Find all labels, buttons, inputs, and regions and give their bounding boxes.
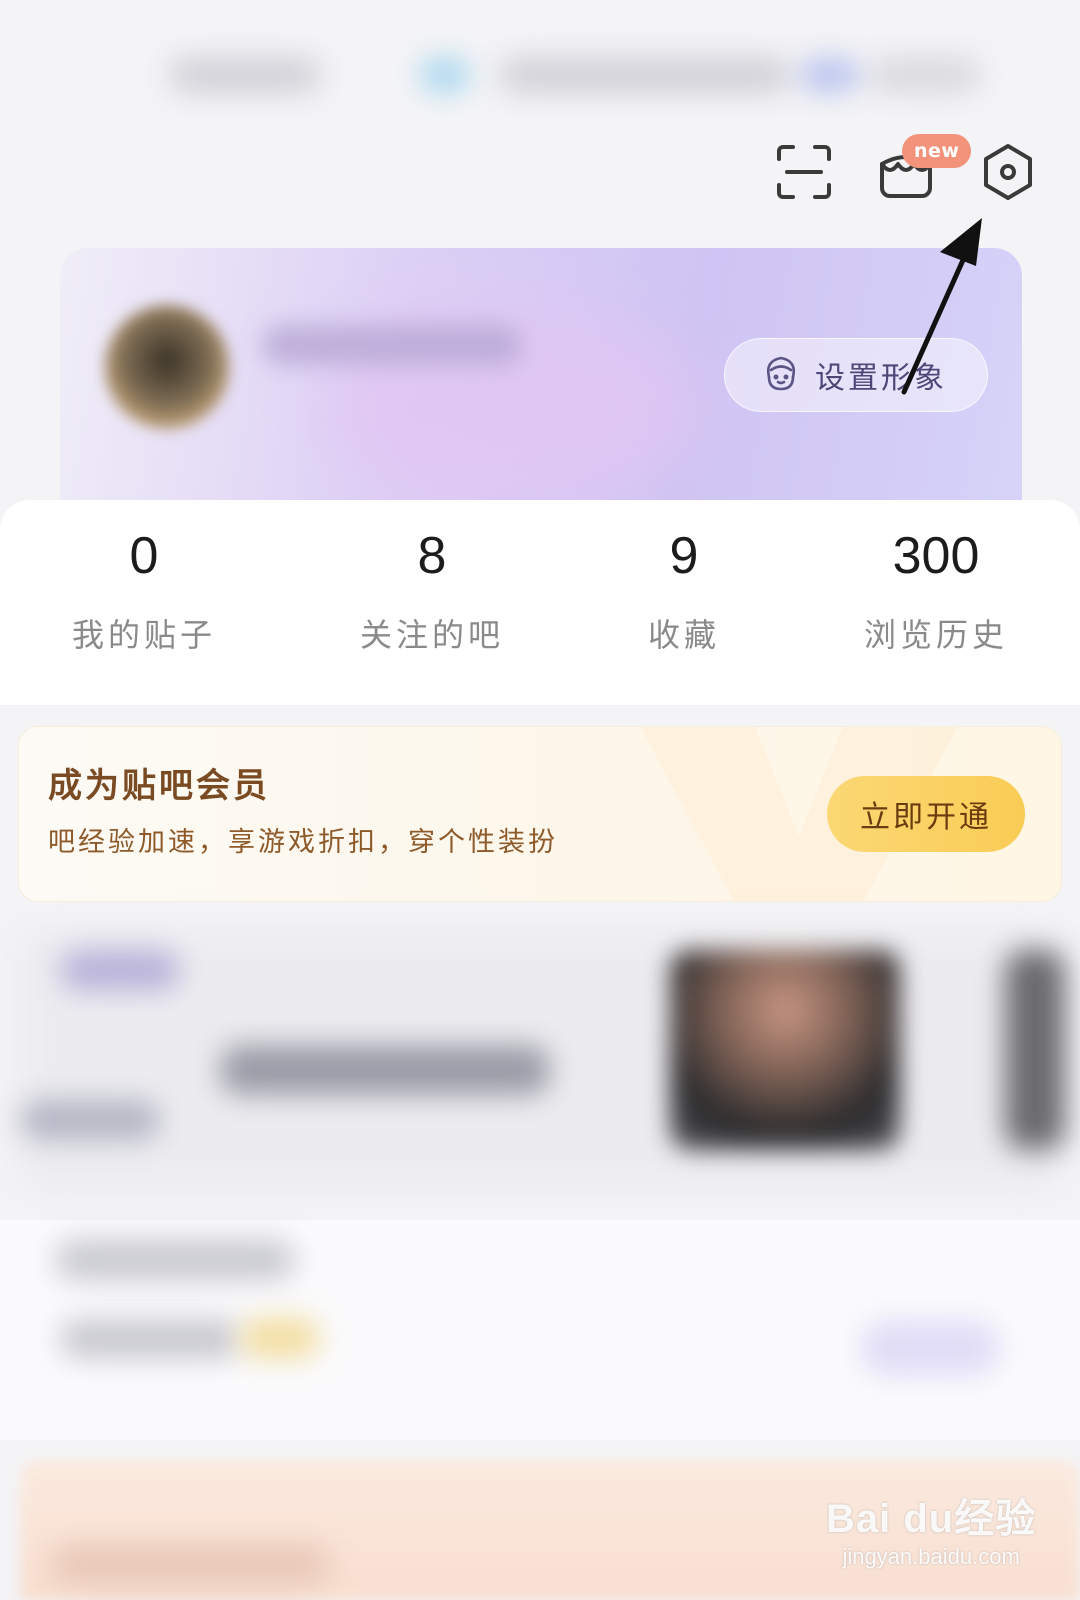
vip-title: 成为贴吧会员: [48, 766, 270, 806]
feed-title: [220, 1045, 550, 1095]
stat-favorites[interactable]: 9 收藏: [584, 520, 784, 656]
scan-icon[interactable]: [772, 140, 836, 204]
stat-label: 我的贴子: [71, 616, 216, 654]
watermark: Bai du经验 jingyan.baidu.com: [826, 1486, 1036, 1570]
stat-value: 0: [129, 527, 159, 585]
stats-panel: 0 我的贴子 8 关注的吧 9 收藏 300 浏览历史: [0, 500, 1080, 705]
stat-value: 8: [417, 527, 447, 585]
vip-subtitle: 吧经验加速，享游戏折扣，穿个性装扮: [48, 827, 558, 858]
stat-label: 关注的吧: [359, 616, 504, 654]
username: [262, 325, 522, 365]
watermark-url: jingyan.baidu.com: [842, 1544, 1020, 1569]
avatar[interactable]: [105, 305, 229, 429]
feed-meta: [20, 1100, 160, 1140]
stat-label: 浏览历史: [863, 616, 1008, 654]
task-title: [55, 1240, 295, 1280]
stat-value: 300: [892, 527, 980, 585]
task-badge: [240, 1318, 320, 1358]
feed-tag: [60, 950, 180, 990]
stat-followed-bars[interactable]: 8 关注的吧: [332, 520, 532, 656]
stat-value: 9: [669, 527, 699, 585]
status-bar: [170, 58, 990, 92]
watermark-brand: Bai du经验: [826, 1497, 1037, 1541]
promo-title: [50, 1545, 330, 1585]
task-label: [60, 1320, 240, 1358]
avatar-face-icon: [761, 353, 801, 397]
annotation-arrow: [901, 218, 982, 395]
feed-thumbnail-next: [1005, 950, 1065, 1150]
settings-icon[interactable]: [976, 140, 1040, 204]
task-button[interactable]: [860, 1320, 1000, 1376]
stat-label: 收藏: [647, 616, 720, 654]
stat-history[interactable]: 300 浏览历史: [836, 520, 1036, 656]
feed-thumbnail[interactable]: [670, 950, 900, 1150]
activate-vip-button[interactable]: 立即开通: [827, 776, 1025, 852]
stat-my-posts[interactable]: 0 我的贴子: [44, 520, 244, 656]
new-badge: new: [902, 134, 972, 168]
